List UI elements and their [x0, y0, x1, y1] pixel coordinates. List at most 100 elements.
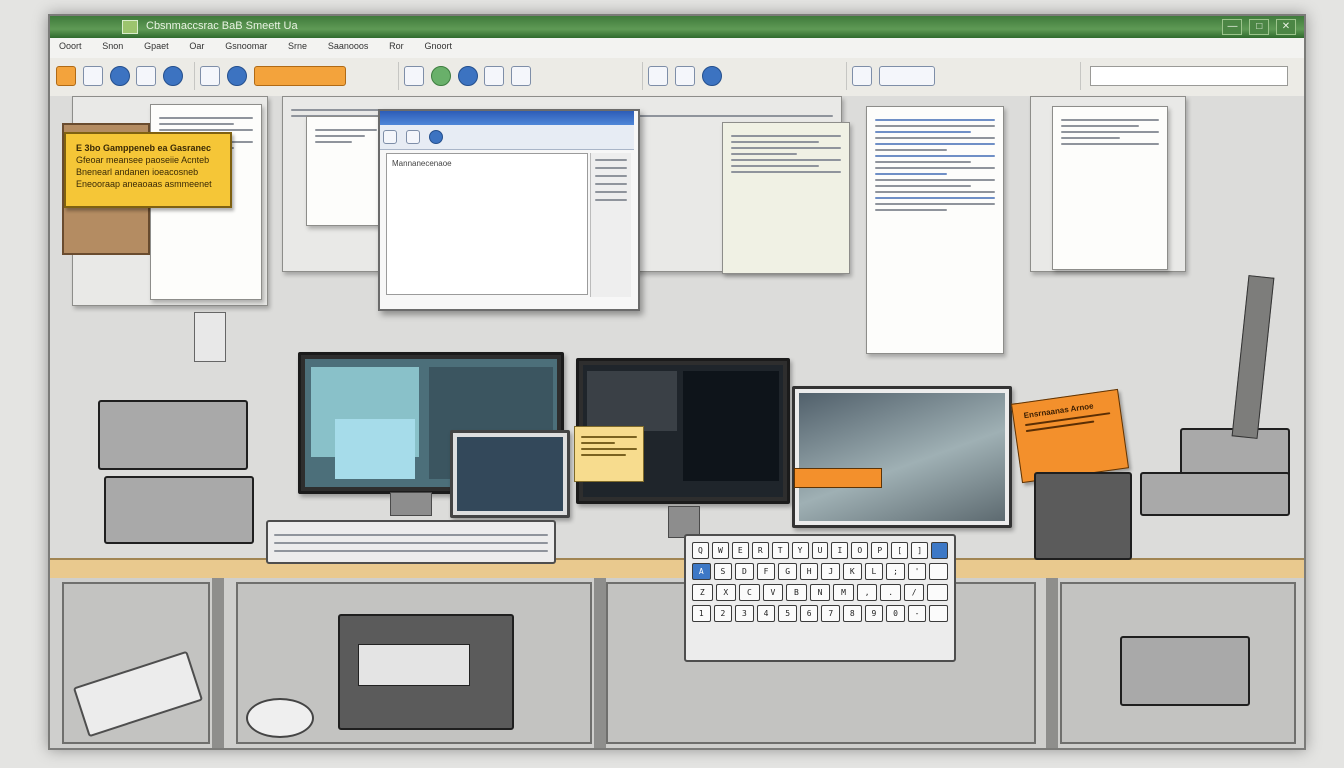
key[interactable]: U	[811, 542, 829, 559]
key[interactable]: P	[871, 542, 889, 559]
key[interactable]	[929, 605, 948, 622]
key[interactable]: 9	[864, 605, 884, 622]
key[interactable]: 7	[821, 605, 841, 622]
key[interactable]: 4	[756, 605, 776, 622]
key[interactable]: C	[739, 584, 760, 601]
dialog-title-bar	[380, 111, 634, 125]
key[interactable]	[931, 542, 948, 559]
key[interactable]: -	[907, 605, 927, 622]
key[interactable]: D	[735, 563, 754, 580]
key[interactable]: E	[731, 542, 749, 559]
shape-icon[interactable]	[511, 66, 532, 86]
key[interactable]: R	[751, 542, 769, 559]
menu-item[interactable]: Gsnoomar	[216, 38, 276, 54]
key[interactable]: 6	[799, 605, 819, 622]
link-icon[interactable]	[226, 66, 247, 86]
key[interactable]: '	[907, 563, 927, 580]
laptop-screen	[457, 437, 563, 511]
desk-leg	[212, 578, 224, 748]
edit-icon[interactable]	[200, 66, 220, 86]
globe-icon[interactable]	[109, 66, 130, 86]
key[interactable]: K	[843, 563, 862, 580]
save-icon[interactable]	[82, 66, 103, 86]
key[interactable]: W	[711, 542, 729, 559]
mouse[interactable]	[246, 698, 314, 738]
key[interactable]: A	[692, 563, 711, 580]
search-input[interactable]	[1090, 66, 1288, 86]
key[interactable]: Y	[791, 542, 809, 559]
key[interactable]: O	[851, 542, 869, 559]
key[interactable]: L	[864, 563, 884, 580]
key[interactable]: X	[715, 584, 737, 601]
menu-item[interactable]: Srne	[279, 38, 316, 54]
menu-item[interactable]: Snon	[93, 38, 132, 54]
key[interactable]: .	[880, 584, 901, 601]
yellow-sticky-note: E 3bo Gamppeneb ea Gasranec Gfeoar means…	[64, 132, 232, 208]
refresh-icon[interactable]	[163, 66, 184, 86]
key[interactable]	[927, 584, 949, 601]
key[interactable]: [	[891, 542, 909, 559]
dialog-tool-icon[interactable]	[405, 130, 420, 144]
keyboard[interactable]	[266, 520, 556, 564]
menu-item[interactable]: Saanooos	[319, 38, 378, 54]
window-title: Cbsnmaccsrac BaB Smeett Ua	[146, 20, 298, 32]
key[interactable]: Z	[692, 584, 713, 601]
key[interactable]: I	[831, 542, 849, 559]
view-icon[interactable]	[701, 66, 722, 86]
key[interactable]: 8	[843, 605, 862, 622]
dialog-tool-icon[interactable]	[428, 130, 443, 144]
dialog-toolbar	[380, 125, 634, 150]
key[interactable]: F	[756, 563, 776, 580]
folder-icon[interactable]	[56, 66, 76, 86]
close-button[interactable]: ✕	[1276, 19, 1296, 35]
table-icon[interactable]	[484, 66, 505, 86]
key[interactable]: Q	[692, 542, 709, 559]
menu-item[interactable]: Gnoort	[415, 38, 461, 54]
large-keyboard[interactable]: Q W E R T Y U I O P [ ] A S D F G H J K …	[684, 534, 956, 662]
key[interactable]: ;	[886, 563, 905, 580]
key[interactable]: ]	[911, 542, 929, 559]
key[interactable]: M	[833, 584, 854, 601]
key[interactable]: J	[821, 563, 841, 580]
key[interactable]: /	[903, 584, 925, 601]
menu-item[interactable]: Ooort	[50, 38, 91, 54]
key[interactable]: 1	[692, 605, 711, 622]
settings-icon[interactable]	[852, 66, 872, 86]
key[interactable]: 2	[713, 605, 733, 622]
key[interactable]: 5	[778, 605, 797, 622]
menu-item[interactable]: Oar	[180, 38, 213, 54]
image-icon[interactable]	[430, 66, 451, 86]
document-icon[interactable]	[404, 66, 424, 86]
minimize-button[interactable]: —	[1222, 19, 1243, 35]
key[interactable]: S	[713, 563, 733, 580]
key[interactable]: 0	[886, 605, 905, 622]
maximize-button[interactable]: □	[1249, 19, 1270, 35]
laptop	[450, 430, 570, 518]
window-icon[interactable]	[878, 66, 935, 86]
orange-note-title: Ensrnaanas Arnoe	[1023, 401, 1095, 421]
copy-icon[interactable]	[136, 66, 157, 86]
menu-item[interactable]: Gpaet	[135, 38, 178, 54]
key[interactable]: N	[809, 584, 831, 601]
key[interactable]: B	[786, 584, 807, 601]
key[interactable]: H	[799, 563, 819, 580]
ribbon-group-file	[54, 62, 195, 90]
dialog-window[interactable]: Mannanecenaoe	[378, 109, 640, 311]
sticky-note-line: Eneooraap aneaoaas asmmeenet	[76, 179, 212, 189]
key[interactable]: V	[762, 584, 784, 601]
print-icon[interactable]	[648, 66, 668, 86]
key[interactable]: T	[771, 542, 789, 559]
zoom-icon[interactable]	[674, 66, 695, 86]
ribbon-group-view	[646, 62, 847, 90]
key[interactable]: ,	[856, 584, 878, 601]
dialog-tool-icon[interactable]	[383, 130, 397, 144]
key[interactable]: 3	[735, 605, 754, 622]
key[interactable]	[929, 563, 948, 580]
screen-window	[335, 419, 415, 479]
printer-panel	[358, 644, 470, 686]
chart-icon[interactable]	[457, 66, 478, 86]
document-sheet	[306, 116, 386, 226]
key[interactable]: G	[778, 563, 797, 580]
menu-item[interactable]: Ror	[380, 38, 413, 54]
highlight-icon[interactable]	[253, 66, 346, 86]
